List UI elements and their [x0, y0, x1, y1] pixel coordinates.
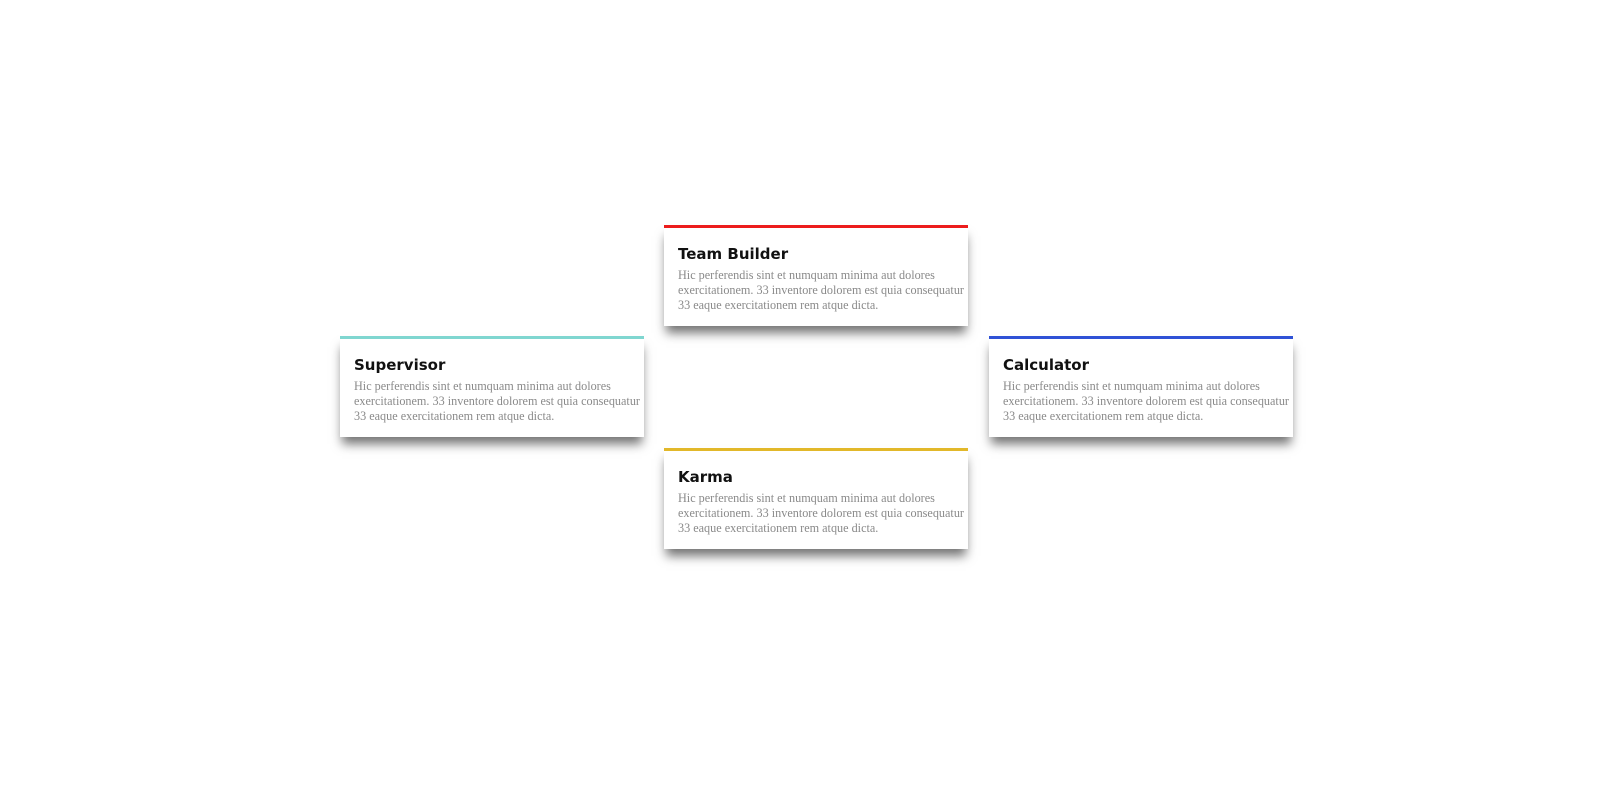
card-calculator: Calculator Hic perferendis sint et numqu… — [989, 336, 1293, 437]
card-description-line: 33 eaque exercitationem rem atque dicta. — [1003, 409, 1204, 423]
card-description-line: Hic perferendis sint et numquam minima a… — [354, 379, 611, 393]
card-description-line: 33 eaque exercitationem rem atque dicta. — [354, 409, 555, 423]
card-description-line: 33 eaque exercitationem rem atque dicta. — [678, 298, 879, 312]
feature-cards-stage: Team Builder Hic perferendis sint et num… — [0, 0, 1620, 785]
card-description: Hic perferendis sint et numquam minima a… — [1003, 379, 1293, 424]
card-description: Hic perferendis sint et numquam minima a… — [678, 491, 968, 536]
card-description: Hic perferendis sint et numquam minima a… — [678, 268, 968, 313]
card-supervisor: Supervisor Hic perferendis sint et numqu… — [340, 336, 644, 437]
card-title: Karma — [678, 468, 733, 486]
card-description-line: exercitationem. 33 inventore dolorem est… — [1003, 394, 1289, 408]
card-title: Team Builder — [678, 245, 789, 263]
card-description-line: Hic perferendis sint et numquam minima a… — [1003, 379, 1260, 393]
card-description-line: exercitationem. 33 inventore dolorem est… — [354, 394, 640, 408]
card-description: Hic perferendis sint et numquam minima a… — [354, 379, 644, 424]
card-description-line: exercitationem. 33 inventore dolorem est… — [678, 506, 964, 520]
card-description-line: Hic perferendis sint et numquam minima a… — [678, 491, 935, 505]
card-title: Calculator — [1003, 356, 1089, 374]
card-karma: Karma Hic perferendis sint et numquam mi… — [664, 448, 968, 549]
card-team-builder: Team Builder Hic perferendis sint et num… — [664, 225, 968, 326]
card-description-line: exercitationem. 33 inventore dolorem est… — [678, 283, 964, 297]
card-description-line: 33 eaque exercitationem rem atque dicta. — [678, 521, 879, 535]
card-description-line: Hic perferendis sint et numquam minima a… — [678, 268, 935, 282]
card-title: Supervisor — [354, 356, 446, 374]
